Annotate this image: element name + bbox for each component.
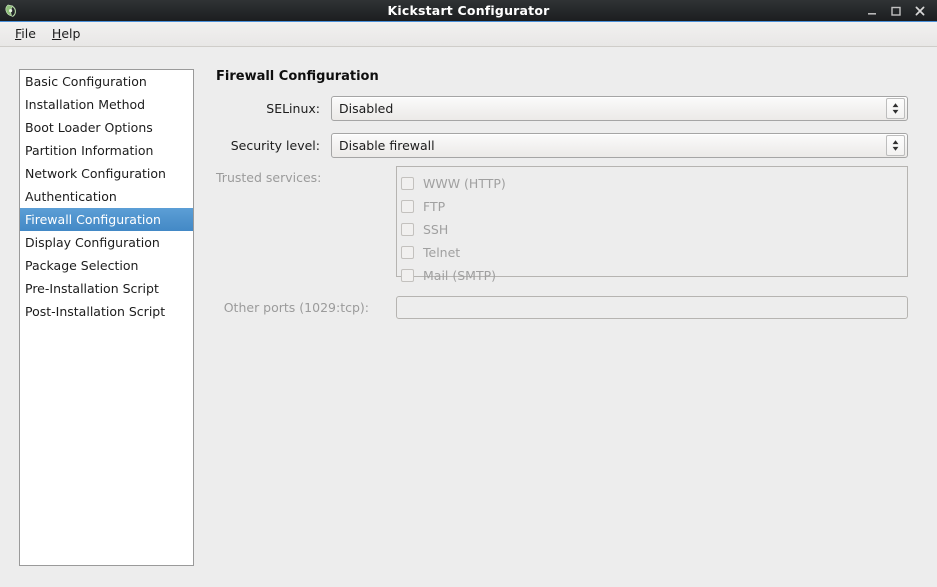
other-ports-label: Other ports (1029:tcp): [223,300,369,315]
selinux-label: SELinux: [266,101,320,116]
chevron-updown-icon[interactable] [886,98,905,119]
selinux-row: SELinux: Disabled [216,96,908,121]
main-panel: Firewall Configuration SELinux: Disabled… [216,48,937,587]
checkbox-ssh [401,223,414,236]
menu-bar: File Help [0,22,937,47]
trusted-service-row-mail: Mail (SMTP) [397,264,907,287]
sidebar-list[interactable]: Basic Configuration Installation Method … [19,69,194,566]
menu-help-rest: elp [61,26,81,41]
other-ports-input [396,296,908,319]
trusted-service-row-telnet: Telnet [397,241,907,264]
trusted-service-label-www: WWW (HTTP) [423,176,506,191]
sidebar-item-firewall-configuration[interactable]: Firewall Configuration [20,208,193,231]
security-level-value: Disable firewall [339,138,435,153]
trusted-services-label: Trusted services: [216,170,322,185]
trusted-service-row-ftp: FTP [397,195,907,218]
security-level-label: Security level: [230,138,320,153]
page-title: Firewall Configuration [216,69,379,84]
content-area: Basic Configuration Installation Method … [0,48,937,587]
security-level-row: Security level: Disable firewall [216,133,908,158]
chevron-updown-icon[interactable] [886,135,905,156]
sidebar-item-authentication[interactable]: Authentication [20,185,193,208]
menu-help[interactable]: Help [44,24,89,44]
sidebar-item-installation-method[interactable]: Installation Method [20,93,193,116]
trusted-service-label-mail: Mail (SMTP) [423,268,497,283]
menu-help-mnemonic: H [51,26,62,41]
window-title: Kickstart Configurator [387,3,550,18]
sidebar-item-partition-information[interactable]: Partition Information [20,139,193,162]
sidebar-item-post-installation-script[interactable]: Post-Installation Script [20,300,193,323]
security-level-dropdown[interactable]: Disable firewall [331,133,908,158]
sidebar-item-basic-configuration[interactable]: Basic Configuration [20,70,193,93]
sidebar-item-boot-loader-options[interactable]: Boot Loader Options [20,116,193,139]
sidebar-item-pre-installation-script[interactable]: Pre-Installation Script [20,277,193,300]
trusted-service-label-ftp: FTP [423,199,446,214]
checkbox-telnet [401,246,414,259]
selinux-value: Disabled [339,101,394,116]
trusted-services-frame: WWW (HTTP) FTP SSH Telnet Mail (SMTP) [396,166,908,283]
trusted-service-label-telnet: Telnet [423,245,461,260]
menu-file[interactable]: File [7,24,44,44]
trusted-service-label-ssh: SSH [423,222,449,237]
title-bar: Kickstart Configurator [0,0,937,22]
trusted-service-row-ssh: SSH [397,218,907,241]
maximize-icon[interactable] [889,4,902,17]
sidebar-item-package-selection[interactable]: Package Selection [20,254,193,277]
sidebar-item-display-configuration[interactable]: Display Configuration [20,231,193,254]
checkbox-mail-smtp [401,269,414,282]
close-icon[interactable] [913,4,926,17]
selinux-dropdown[interactable]: Disabled [331,96,908,121]
sidebar-item-network-configuration[interactable]: Network Configuration [20,162,193,185]
trusted-service-row-www: WWW (HTTP) [397,172,907,195]
minimize-icon[interactable] [865,4,878,17]
app-icon [2,2,20,20]
window-controls [865,4,937,17]
menu-file-rest: ile [21,26,36,41]
checkbox-ftp [401,200,414,213]
checkbox-www-http [401,177,414,190]
